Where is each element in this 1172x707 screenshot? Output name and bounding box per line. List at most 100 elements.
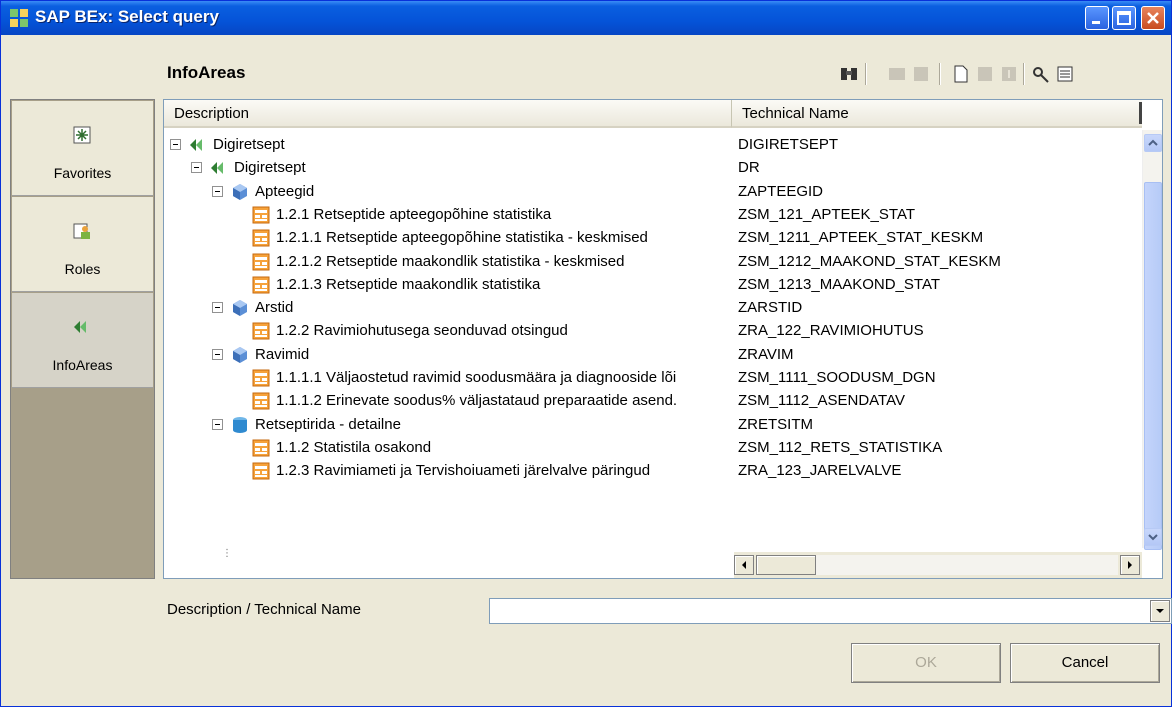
collapse-toggle[interactable]: [212, 418, 223, 430]
window-title: SAP BEx: Select query: [35, 7, 219, 26]
query-icon: [252, 276, 270, 294]
query-icon: [252, 229, 270, 247]
scroll-right-button[interactable]: [1120, 555, 1140, 575]
technical-name: ZRETSITM: [738, 415, 813, 433]
query-icon: [252, 439, 270, 457]
collapse-toggle[interactable]: [191, 162, 202, 174]
panel-title: InfoAreas: [167, 63, 246, 82]
copy-icon[interactable]: [911, 64, 931, 84]
close-icon: [1147, 12, 1159, 24]
query-tree[interactable]: Description Technical Name Digiretsept DI…: [163, 99, 1163, 579]
close-button[interactable]: [1141, 6, 1165, 30]
search-combobox[interactable]: [489, 598, 1172, 624]
sidebar-item-roles[interactable]: Roles: [12, 197, 153, 292]
tree-node-label: 1.2.1.1 Retseptide apteegopõhine statist…: [276, 229, 648, 247]
app-icon: [10, 9, 28, 27]
vertical-scroll-thumb[interactable]: [1144, 182, 1162, 550]
horizontal-scrollbar[interactable]: [734, 552, 1142, 578]
technical-name: ZSM_1211_APTEEK_STAT_KESKM: [738, 229, 984, 247]
tree-node-label: Arstid: [255, 299, 294, 317]
tree-row[interactable]: Arstid ZARSTID: [164, 296, 1139, 320]
scroll-up-button[interactable]: [1144, 134, 1162, 152]
chevron-up-icon: [1148, 139, 1158, 146]
tree-row[interactable]: 1.2.2 Ravimiohutusega seonduvad otsingud…: [164, 319, 1139, 343]
column-header-label: Technical Name: [742, 105, 849, 122]
ok-button[interactable]: OK: [851, 643, 1001, 683]
vertical-scrollbar[interactable]: [1142, 130, 1162, 550]
technical-name: ZSM_1112_ASENDATAV: [738, 392, 906, 410]
tree-row[interactable]: 1.2.3 Ravimiameti ja Tervishoiuameti jär…: [164, 459, 1139, 483]
tree-row[interactable]: 1.1.1.1 Väljaostetud ravimid soodusmäära…: [164, 366, 1139, 390]
details-icon[interactable]: [1055, 64, 1075, 84]
info-icon[interactable]: [999, 64, 1019, 84]
query-icon: [252, 253, 270, 270]
scroll-down-button[interactable]: [1144, 528, 1162, 546]
arrow-right-icon: [1128, 561, 1132, 569]
toolbar-separator: [865, 63, 867, 85]
query-icon: [252, 392, 270, 410]
combobox-dropdown-button[interactable]: [1150, 600, 1170, 622]
column-resize-handle[interactable]: [1139, 102, 1142, 124]
query-icon: [252, 369, 270, 387]
technical-name: ZRA_123_JARELVALVE: [738, 462, 902, 480]
sidebar: Favorites Roles InfoAreas: [10, 99, 155, 579]
collapse-toggle[interactable]: [170, 139, 181, 150]
scroll-left-button[interactable]: [734, 555, 754, 575]
tree-row[interactable]: 1.2.1.3 Retseptide maakondlik statistika…: [164, 273, 1139, 297]
infocube-icon: [233, 300, 247, 317]
mail-icon[interactable]: [887, 64, 907, 84]
tree-row[interactable]: Ravimid ZRAVIM: [164, 343, 1139, 367]
technical-name: DIGIRETSEPT: [738, 136, 839, 153]
chevron-down-icon: [1148, 534, 1158, 541]
settings-icon[interactable]: [1031, 64, 1051, 84]
horizontal-scroll-thumb[interactable]: [756, 555, 816, 575]
tree-overflow-dots: ⋮: [222, 548, 232, 559]
tree-row[interactable]: Retseptirida - detailne ZRETSITM: [164, 413, 1139, 437]
column-header-description[interactable]: Description: [164, 100, 732, 128]
tree-row[interactable]: 1.1.2 Statistila osakond ZSM_112_RETS_STA…: [164, 436, 1139, 460]
tree-row[interactable]: Digiretsept DR: [164, 156, 1139, 180]
technical-name: ZRA_122_RAVIMIOHUTUS: [738, 322, 924, 340]
query-icon: [252, 206, 270, 224]
chevron-down-icon: [1156, 609, 1164, 613]
collapse-toggle[interactable]: [212, 302, 223, 314]
title-bar[interactable]: SAP BEx: Select query: [1, 1, 1171, 35]
tree-node-label: 1.2.3 Ravimiameti ja Tervishoiuameti jär…: [276, 462, 651, 480]
tree-row[interactable]: Apteegid ZAPTEEGID: [164, 180, 1139, 204]
minimize-button[interactable]: [1085, 6, 1109, 30]
ods-object-icon: [233, 416, 247, 433]
favorites-icon: [73, 126, 91, 144]
sidebar-item-infoareas[interactable]: InfoAreas: [12, 293, 153, 388]
find-icon[interactable]: [839, 64, 859, 84]
tree-node-label: 1.2.2 Ravimiohutusega seonduvad otsingud: [276, 322, 568, 340]
select-query-dialog: SAP BEx: Select query InfoAreas Favorite…: [0, 0, 1172, 707]
technical-name: ZSM_1213_MAAKOND_STAT: [738, 275, 941, 293]
tree-row[interactable]: 1.2.1 Retseptide apteegopõhine statistik…: [164, 203, 1139, 227]
technical-name: ZSM_1111_SOODUSM_DGN: [738, 369, 936, 386]
edit-icon[interactable]: [975, 64, 995, 84]
collapse-toggle[interactable]: [212, 348, 223, 360]
tree-node-label: Digiretsept: [234, 159, 306, 177]
technical-name: DR: [738, 159, 760, 177]
tree-row[interactable]: 1.2.1.1 Retseptide apteegopõhine statist…: [164, 226, 1139, 250]
tree-node-label: 1.2.1.2 Retseptide maakondlik statistika…: [276, 252, 625, 270]
technical-name: ZSM_1212_MAAKOND_STAT_KESKM: [738, 252, 1001, 270]
tree-row[interactable]: 1.1.1.2 Erinevate soodus% väljastataud p…: [164, 389, 1139, 413]
toolbar-separator: [1023, 63, 1025, 85]
query-icon: [252, 462, 270, 480]
tree-row[interactable]: Digiretsept DIGIRETSEPT: [164, 133, 1139, 157]
tree-row[interactable]: 1.2.1.2 Retseptide maakondlik statistika…: [164, 250, 1139, 274]
collapse-toggle[interactable]: [212, 185, 223, 197]
horizontal-scroll-track[interactable]: [756, 555, 1118, 575]
tree-node-label: Apteegid: [255, 182, 315, 200]
search-field-label: Description / Technical Name: [167, 601, 361, 618]
cancel-button[interactable]: Cancel: [1010, 643, 1160, 683]
tree-node-label: 1.2.1 Retseptide apteegopõhine statistik…: [276, 205, 552, 223]
maximize-button[interactable]: [1112, 6, 1136, 30]
sidebar-item-favorites[interactable]: Favorites: [12, 101, 153, 196]
new-icon[interactable]: [951, 64, 971, 84]
infocube-icon: [233, 346, 247, 363]
toolbar-separator: [939, 63, 941, 85]
sidebar-item-label: Roles: [64, 261, 101, 277]
column-header-technical-name[interactable]: Technical Name: [732, 100, 1142, 128]
